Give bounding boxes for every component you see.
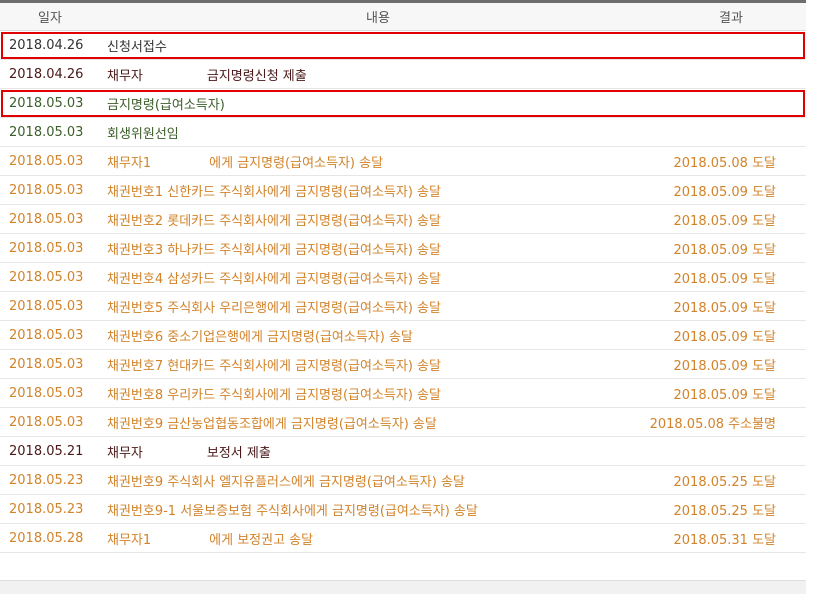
table-row: 2018.05.03 채권번호2 롯데카드 주식회사에게 금지명령(급여소득자) … [0,205,806,234]
row-result: 2018.05.08 도달 [673,155,777,171]
row-text: 보정서 제출 [206,445,271,461]
row-party: 채무자1 [107,532,152,548]
row-content: 채무자1 에게 금지명령(급여소득자) 송달 [98,152,636,171]
row-party: 채무자1 [107,155,152,171]
row-party: 회생위원선임 [107,126,179,142]
row-content: 채권번호2 롯데카드 주식회사에게 금지명령(급여소득자) 송달 [98,210,636,229]
row-date: 2018.05.03 [9,95,84,111]
row-content: 채권번호3 하나카드 주식회사에게 금지명령(급여소득자) 송달 [98,239,636,258]
row-party: 채권번호9-1 서울보증보험 주식회사에게 금지명령(급여소득자) 송달 [107,503,478,519]
row-result: 2018.05.25 도달 [673,503,777,519]
table-row: 2018.04.26 채무자 금지명령신청 제출 [0,60,806,89]
row-content: 신청서접수 [98,36,636,55]
table-row: 2018.04.26 신청서접수 [0,31,806,60]
header-date: 일자 [38,11,62,26]
row-content: 채권번호4 삼성카드 주식회사에게 금지명령(급여소득자) 송달 [98,268,636,287]
row-result: 2018.05.09 도달 [673,271,777,287]
table-row: 2018.05.28 채무자1 에게 보정권고 송달 2018.05.31 도달 [0,524,806,553]
row-text: 금지명령신청 제출 [206,68,307,84]
table-row: 2018.05.03 채권번호9 금산농업협동조합에게 금지명령(급여소득자) 송… [0,408,806,437]
table-row: 2018.05.03 채권번호6 중소기업은행에게 금지명령(급여소득자) 송달 2… [0,321,806,350]
table-row: 2018.05.03 채권번호8 우리카드 주식회사에게 금지명령(급여소득자) … [0,379,806,408]
table-row: 2018.05.03 채권번호1 신한카드 주식회사에게 금지명령(급여소득자) … [0,176,806,205]
row-date: 2018.05.03 [9,385,84,401]
row-date: 2018.05.28 [9,530,84,546]
row-date: 2018.05.03 [9,327,84,343]
table-body: 2018.04.26 신청서접수 2018.04.26 채무자 금지명령신청 제출 201… [0,31,806,553]
row-result: 2018.05.25 도달 [673,474,777,490]
row-party: 채무자 [107,445,143,461]
row-content: 채권번호9-1 서울보증보험 주식회사에게 금지명령(급여소득자) 송달 [98,500,636,519]
row-content: 채권번호6 중소기업은행에게 금지명령(급여소득자) 송달 [98,326,636,345]
row-party: 채권번호9 주식회사 엘지유플러스에게 금지명령(급여소득자) 송달 [107,474,465,490]
row-party: 채권번호9 금산농업협동조합에게 금지명령(급여소득자) 송달 [107,416,437,432]
row-party: 채권번호4 삼성카드 주식회사에게 금지명령(급여소득자) 송달 [107,271,441,287]
footer-bar [0,580,806,594]
row-date: 2018.05.23 [9,501,84,517]
table-row: 2018.05.03 채권번호7 현대카드 주식회사에게 금지명령(급여소득자) … [0,350,806,379]
page-scrollbar[interactable] [806,0,820,593]
row-party: 금지명령(급여소득자) [107,97,225,113]
table-row: 2018.05.03 채무자1 에게 금지명령(급여소득자) 송달 2018.05.0… [0,147,806,176]
row-party: 채무자 [107,68,143,84]
table-row: 2018.05.23 채권번호9-1 서울보증보험 주식회사에게 금지명령(급여소… [0,495,806,524]
header-content: 내용 [366,11,390,26]
row-text: 에게 보정권고 송달 [209,532,314,548]
row-date: 2018.04.26 [9,37,84,53]
row-content: 채무자 금지명령신청 제출 [98,65,636,84]
row-party: 채권번호1 신한카드 주식회사에게 금지명령(급여소득자) 송달 [107,184,441,200]
table-row: 2018.05.03 채권번호4 삼성카드 주식회사에게 금지명령(급여소득자) … [0,263,806,292]
row-content: 채권번호7 현대카드 주식회사에게 금지명령(급여소득자) 송달 [98,355,636,374]
table-row: 2018.05.23 채권번호9 주식회사 엘지유플러스에게 금지명령(급여소득자… [0,466,806,495]
row-result: 2018.05.09 도달 [673,329,777,345]
row-content: 채권번호9 주식회사 엘지유플러스에게 금지명령(급여소득자) 송달 [98,471,636,490]
row-result: 2018.05.09 도달 [673,213,777,229]
row-content: 채권번호8 우리카드 주식회사에게 금지명령(급여소득자) 송달 [98,384,636,403]
table-row: 2018.05.03 금지명령(급여소득자) [0,89,806,118]
row-party: 채권번호8 우리카드 주식회사에게 금지명령(급여소득자) 송달 [107,387,441,403]
row-date: 2018.05.03 [9,298,84,314]
row-date: 2018.05.03 [9,153,84,169]
row-party: 채권번호7 현대카드 주식회사에게 금지명령(급여소득자) 송달 [107,358,441,374]
header-result: 결과 [719,11,743,26]
row-party: 채권번호2 롯데카드 주식회사에게 금지명령(급여소득자) 송달 [107,213,441,229]
row-date: 2018.05.03 [9,124,84,140]
row-content: 채권번호9 금산농업협동조합에게 금지명령(급여소득자) 송달 [98,413,636,432]
row-date: 2018.05.03 [9,414,84,430]
row-date: 2018.05.03 [9,240,84,256]
row-party: 채권번호5 주식회사 우리은행에게 금지명령(급여소득자) 송달 [107,300,441,316]
table-header: 일자 내용 결과 [0,3,806,31]
row-party: 채권번호6 중소기업은행에게 금지명령(급여소득자) 송달 [107,329,413,345]
row-result: 2018.05.09 도달 [673,300,777,316]
row-content: 채권번호1 신한카드 주식회사에게 금지명령(급여소득자) 송달 [98,181,636,200]
row-result: 2018.05.09 도달 [673,184,777,200]
row-date: 2018.05.03 [9,269,84,285]
row-result: 2018.05.09 도달 [673,242,777,258]
row-result: 2018.05.08 주소불명 [649,416,776,432]
row-party: 신청서접수 [107,39,167,55]
row-result: 2018.05.09 도달 [673,387,777,403]
row-content: 채무자1 에게 보정권고 송달 [98,529,636,548]
table-row: 2018.05.03 회생위원선임 [0,118,806,147]
case-history-table: 일자 내용 결과 2018.04.26 신청서접수 2018.04.26 채무자 금지명… [0,0,806,553]
table-row: 2018.05.03 채권번호3 하나카드 주식회사에게 금지명령(급여소득자) … [0,234,806,263]
row-date: 2018.05.23 [9,472,84,488]
row-date: 2018.05.03 [9,211,84,227]
row-content: 채무자 보정서 제출 [98,442,636,461]
table-row: 2018.05.21 채무자 보정서 제출 [0,437,806,466]
row-text: 에게 금지명령(급여소득자) 송달 [209,155,384,171]
row-result: 2018.05.31 도달 [673,532,777,548]
row-date: 2018.05.03 [9,182,84,198]
row-date: 2018.05.03 [9,356,84,372]
row-date: 2018.05.21 [9,443,84,459]
row-party: 채권번호3 하나카드 주식회사에게 금지명령(급여소득자) 송달 [107,242,441,258]
row-date: 2018.04.26 [9,66,84,82]
table-row: 2018.05.03 채권번호5 주식회사 우리은행에게 금지명령(급여소득자) … [0,292,806,321]
row-content: 채권번호5 주식회사 우리은행에게 금지명령(급여소득자) 송달 [98,297,636,316]
row-content: 금지명령(급여소득자) [98,94,636,113]
row-result: 2018.05.09 도달 [673,358,777,374]
row-content: 회생위원선임 [98,123,636,142]
